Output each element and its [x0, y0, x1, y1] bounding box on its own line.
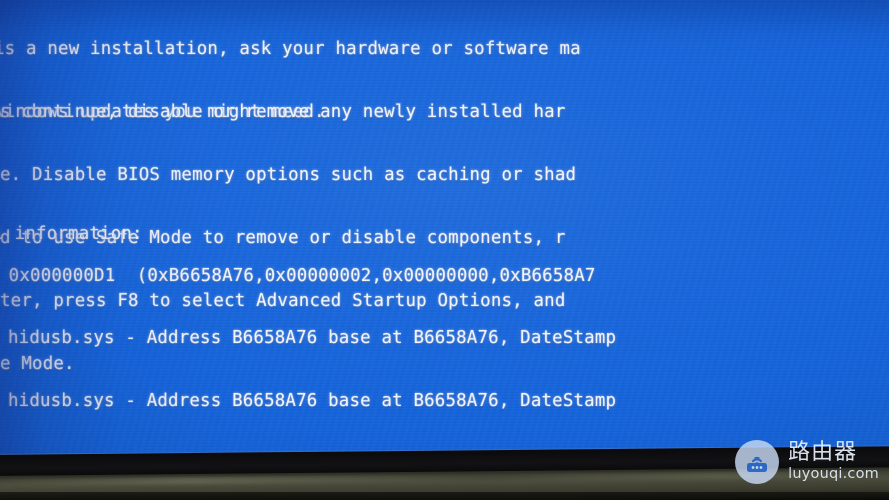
bsod-text-line: OP: 0x000000D1 (0xB6658A76,0x00000002,0x… — [0, 266, 596, 286]
bsod-text-line: lems continue, disable or remove any new… — [0, 102, 566, 122]
site-watermark: 路由器 luyouqi.com — [735, 440, 879, 484]
bsod-photo-screenshot: is a new installation, ask your hardware… — [0, 0, 889, 500]
bsod-text-line: hidusb.sys - Address B6658A76 base at B6… — [8, 391, 617, 411]
watermark-text: 路由器 luyouqi.com — [788, 442, 879, 482]
router-icon — [735, 440, 780, 484]
watermark-url: luyouqi.com — [788, 466, 879, 483]
watermark-brand: 路由器 — [788, 440, 858, 466]
bsod-driver-lines: hidusb.sys - Address B6658A76 base at B6… — [8, 286, 889, 454]
photo-bottom-shadow — [0, 492, 889, 500]
monitor-screen: is a new installation, ask your hardware… — [0, 0, 889, 464]
bsod-text-line: hidusb.sys - Address B6658A76 base at B6… — [8, 328, 617, 348]
bsod-text-line: is a new installation, ask your hardware… — [0, 39, 581, 59]
